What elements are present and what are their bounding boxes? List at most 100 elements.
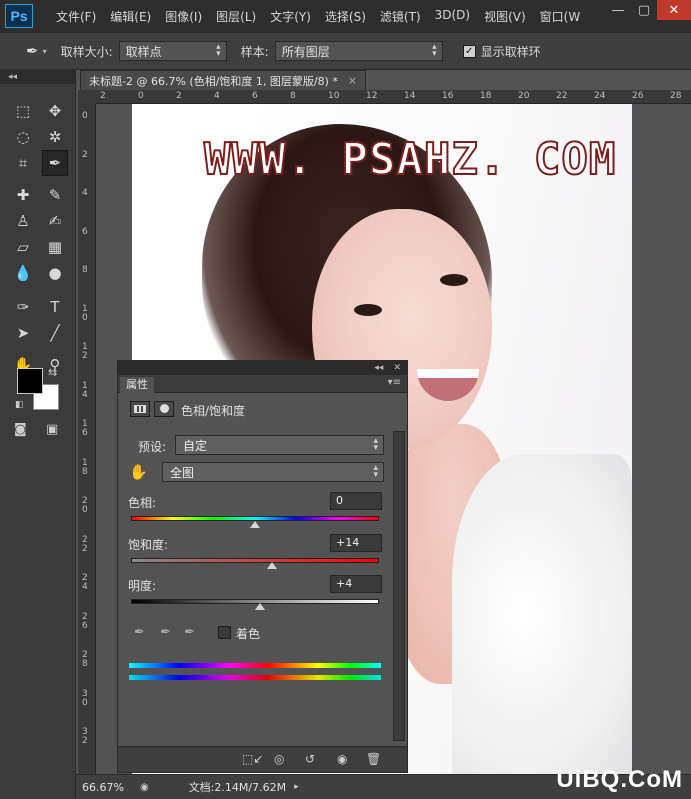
document-tab[interactable]: 未标题-2 @ 66.7% (色相/饱和度 1, 图层蒙版/8) * × xyxy=(80,70,367,90)
channel-select[interactable]: 全图 ▴ ▾ xyxy=(162,462,384,482)
hue-value[interactable]: 0 xyxy=(330,492,382,510)
show-ring-checkbox[interactable]: ✓ xyxy=(462,44,476,58)
minimize-button[interactable]: — xyxy=(605,0,631,20)
panel-tabbar: 属性 ▾≡ xyxy=(118,375,407,393)
ruler-tick-label: 1 2 xyxy=(82,342,88,361)
eraser-tool-icon[interactable]: ▱ xyxy=(10,234,36,260)
properties-panel: ◂◂ ✕ 属性 ▾≡ 色相/饱和度 预设: 自定 ▴ ▾ ✋ 全图 ▴ ▾ 色相: … xyxy=(117,360,408,773)
magic-wand-tool-icon[interactable]: ✲ xyxy=(42,124,68,150)
panel-footer: ⬚↙ ◎ ↺ ◉ 🗑 xyxy=(118,746,407,772)
eyedropper-plus-icon[interactable]: ✒ xyxy=(160,625,171,640)
ruler-tick-label: 0 xyxy=(138,91,144,101)
adjustment-layer-icon[interactable] xyxy=(130,401,150,417)
menu-view[interactable]: 视图(V) xyxy=(477,8,533,25)
select-arrows-icon: ▴ ▾ xyxy=(216,42,221,59)
menu-3d[interactable]: 3D(D) xyxy=(428,8,477,25)
line-tool-icon[interactable]: ╱ xyxy=(42,320,68,346)
preset-select[interactable]: 自定 ▴ ▾ xyxy=(175,435,384,455)
marquee-tool-icon[interactable]: ⬚ xyxy=(10,98,36,124)
clip-to-layer-icon[interactable]: ⬚↙ xyxy=(242,752,263,766)
menu-type[interactable]: 文字(Y) xyxy=(263,8,318,25)
sample-size-label: 取样大小: xyxy=(60,44,113,59)
ruler-tick-label: 24 xyxy=(594,91,606,101)
ruler-tick-label: 6 xyxy=(252,91,258,101)
photo-eye-left xyxy=(354,304,382,316)
menu-layer[interactable]: 图层(L) xyxy=(209,8,263,25)
window-controls: — ▢ ✕ xyxy=(605,0,691,20)
default-colors-icon[interactable]: ◧ xyxy=(15,400,24,410)
ruler-tick-label: 6 xyxy=(82,226,88,237)
zoom-level[interactable]: 66.67% xyxy=(82,781,124,794)
status-menu-arrow-icon[interactable]: ▸ xyxy=(294,782,299,792)
foreground-color-swatch[interactable] xyxy=(17,368,43,394)
eyedropper-tool-icon[interactable]: ✒ xyxy=(26,42,39,60)
eyedropper-minus-icon[interactable]: ✒ xyxy=(184,625,195,640)
vertical-ruler: 0 2 4 6 8 1 0 1 2 1 4 1 6 1 8 2 0 2 2 2 4 2 6 2 8 3 0 3 … xyxy=(78,104,96,774)
close-panel-icon[interactable]: ✕ xyxy=(393,363,401,373)
menu-file[interactable]: 文件(F) xyxy=(49,8,103,25)
eyedropper-icon[interactable]: ✒ xyxy=(134,625,145,640)
dodge-tool-icon[interactable]: ● xyxy=(42,260,68,286)
ruler-tick-label: 3 0 xyxy=(82,688,88,708)
delete-adjustment-icon[interactable]: 🗑 xyxy=(366,752,381,766)
status-info-icon[interactable]: ◉ xyxy=(140,782,149,793)
healing-brush-tool-icon[interactable]: ✚ xyxy=(10,182,36,208)
options-bar: ✒ ▾ 取样大小: 取样点 ▴ ▾ 样本: 所有图层 ▴ ▾ ✓ 显示取样环 xyxy=(0,32,691,70)
eyedropper-tool-icon[interactable]: ✒ xyxy=(42,150,68,176)
hue-slider-thumb[interactable] xyxy=(250,521,260,528)
swap-colors-icon[interactable]: ⇆ xyxy=(48,366,57,379)
ruler-origin[interactable] xyxy=(78,90,96,104)
collapse-toolbar-icon[interactable]: ◂◂ xyxy=(0,70,75,84)
targeted-adjustment-hand-icon[interactable]: ✋ xyxy=(129,463,148,481)
menu-filter[interactable]: 滤镜(T) xyxy=(373,8,428,25)
maximize-button[interactable]: ▢ xyxy=(631,0,657,20)
close-document-icon[interactable]: × xyxy=(348,74,357,87)
lasso-tool-icon[interactable]: ◌ xyxy=(10,124,36,150)
type-tool-icon[interactable]: T xyxy=(42,294,68,320)
menu-edit[interactable]: 编辑(E) xyxy=(103,8,158,25)
ruler-tick-label: 16 xyxy=(442,91,454,101)
saturation-value[interactable]: +14 xyxy=(330,534,382,552)
menu-items: 文件(F) 编辑(E) 图像(I) 图层(L) 文字(Y) 选择(S) 滤镜(T… xyxy=(49,8,587,25)
collapse-panel-icon[interactable]: ◂◂ xyxy=(374,363,383,373)
sample-size-select[interactable]: 取样点 ▴ ▾ xyxy=(118,41,227,61)
select-arrows-icon: ▴ ▾ xyxy=(432,42,437,59)
clone-stamp-tool-icon[interactable]: ♙ xyxy=(10,208,36,234)
crop-tool-icon[interactable]: ⌗ xyxy=(10,150,36,176)
screen-mode-icon[interactable]: ▣ xyxy=(46,422,58,437)
preset-label: 预设: xyxy=(138,440,167,454)
view-previous-state-icon[interactable]: ◎ xyxy=(274,752,284,766)
sample-select[interactable]: 所有图层 ▴ ▾ xyxy=(274,41,443,61)
move-tool-icon[interactable]: ✥ xyxy=(42,98,68,124)
ruler-tick-label: 3 2 xyxy=(82,727,88,746)
photo-eye-right xyxy=(440,274,468,286)
gradient-tool-icon[interactable]: ▦ xyxy=(42,234,68,260)
blur-tool-icon[interactable]: 💧 xyxy=(10,260,36,286)
saturation-slider-thumb[interactable] xyxy=(267,562,278,569)
ruler-tick-label: 28 xyxy=(670,91,682,101)
history-brush-tool-icon[interactable]: ✍ xyxy=(42,208,68,234)
lightness-value[interactable]: +4 xyxy=(330,575,382,593)
toggle-visibility-icon[interactable]: ◉ xyxy=(337,752,347,766)
photoshop-logo: Ps xyxy=(5,4,33,28)
ruler-tick-label: 2 4 xyxy=(82,573,88,592)
quick-mask-icon[interactable]: ◙ xyxy=(14,422,27,437)
tab-properties[interactable]: 属性 xyxy=(120,377,154,393)
path-selection-tool-icon[interactable]: ➤ xyxy=(10,320,36,346)
brush-tool-icon[interactable]: ✎ xyxy=(42,182,68,208)
saturation-slider-track[interactable] xyxy=(131,558,379,563)
close-button[interactable]: ✕ xyxy=(657,0,691,20)
panel-scrollbar[interactable] xyxy=(393,431,405,741)
tool-preset-arrow-icon[interactable]: ▾ xyxy=(43,47,47,56)
colorize-checkbox[interactable] xyxy=(218,626,231,639)
ruler-tick-label: 1 4 xyxy=(82,380,88,400)
lightness-slider-thumb[interactable] xyxy=(254,603,265,610)
menu-select[interactable]: 选择(S) xyxy=(318,8,373,25)
panel-menu-icon[interactable]: ▾≡ xyxy=(388,377,401,388)
menu-window[interactable]: 窗口(W xyxy=(533,8,588,25)
reset-adjustment-icon[interactable]: ↺ xyxy=(305,752,315,766)
pen-tool-icon[interactable]: ✑ xyxy=(10,294,36,320)
layer-mask-icon[interactable] xyxy=(154,401,174,417)
menu-image[interactable]: 图像(I) xyxy=(158,8,209,25)
ruler-tick-label: 20 xyxy=(518,91,530,101)
